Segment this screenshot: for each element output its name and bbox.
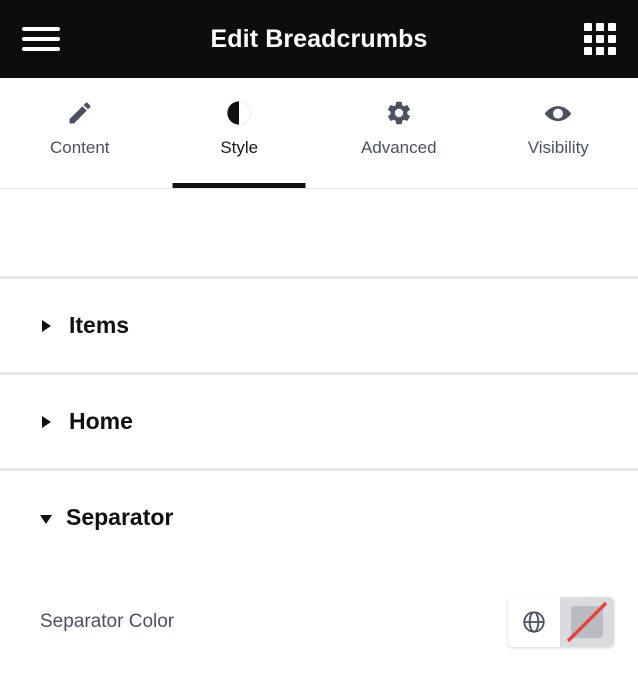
tab-content[interactable]: Content: [0, 78, 160, 188]
tab-bar: Content Style Advanced Visibility: [0, 78, 638, 189]
tab-visibility-label: Visibility: [527, 138, 589, 157]
separator-color-label: Separator Color: [40, 611, 175, 632]
grid-cell: [584, 47, 592, 55]
section-home-header[interactable]: Home: [0, 375, 638, 468]
grid-cell: [584, 23, 592, 31]
separator-color-row: Separator Color: [40, 564, 614, 662]
section-separator-header[interactable]: Separator: [0, 471, 638, 564]
tab-visibility[interactable]: Visibility: [479, 78, 638, 188]
no-color-swatch-icon[interactable]: [560, 597, 614, 647]
section-home-title: Home: [69, 408, 133, 434]
section-separator-title: Separator: [66, 504, 174, 530]
eye-icon: [543, 96, 573, 130]
tab-content-label: Content: [49, 138, 110, 157]
apps-grid-icon[interactable]: [584, 23, 616, 55]
grid-cell: [608, 47, 616, 55]
chevron-right-icon: [42, 319, 51, 332]
section-items: Items: [0, 279, 638, 372]
swatch-inner: [571, 606, 603, 638]
section-home: Home: [0, 375, 638, 468]
tab-style[interactable]: Style: [160, 78, 320, 188]
app-header: Edit Breadcrumbs: [0, 0, 638, 78]
grid-cell: [596, 23, 604, 31]
section-items-header[interactable]: Items: [0, 279, 638, 372]
settings-panel: Items Home Separator Separator Color: [0, 189, 638, 662]
page-title: Edit Breadcrumbs: [210, 24, 428, 53]
section-separator: Separator Separator Color: [0, 471, 638, 662]
separator-color-control: [508, 597, 614, 647]
grid-cell: [596, 35, 604, 43]
grid-cell: [596, 47, 604, 55]
gear-icon: [385, 96, 413, 130]
section-items-title: Items: [69, 312, 130, 338]
grid-cell: [608, 23, 616, 31]
tab-advanced[interactable]: Advanced: [319, 78, 479, 188]
tab-advanced-label: Advanced: [360, 138, 437, 157]
contrast-half-circle-icon: [225, 96, 253, 130]
chevron-down-icon: [40, 514, 52, 524]
section-separator-body: Separator Color: [0, 564, 638, 662]
tab-style-label: Style: [220, 138, 259, 157]
panel-top-spacer: [0, 189, 638, 276]
grid-cell: [608, 35, 616, 43]
grid-cell: [584, 35, 592, 43]
pencil-icon: [66, 96, 94, 130]
globe-icon[interactable]: [508, 597, 560, 647]
chevron-right-icon: [42, 415, 51, 428]
